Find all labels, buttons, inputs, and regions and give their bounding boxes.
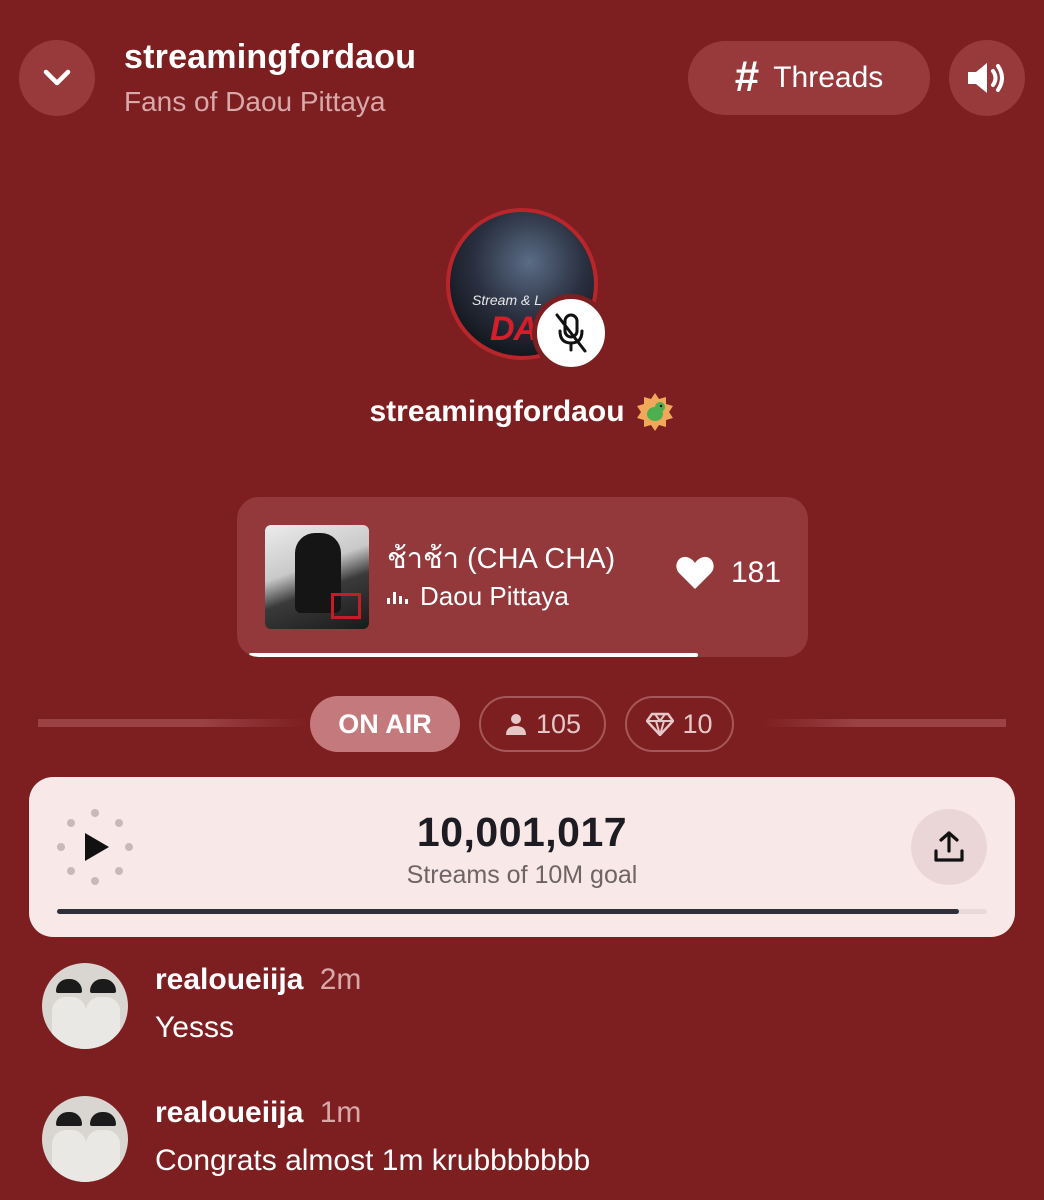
diamond-icon bbox=[646, 712, 675, 736]
divider-right bbox=[760, 719, 1006, 727]
mic-muted-badge bbox=[532, 294, 610, 372]
dinosaur-badge-icon bbox=[635, 392, 675, 432]
comment-username[interactable]: realoueiija bbox=[155, 963, 303, 996]
streams-goal-card: 10,001,017 Streams of 10M goal bbox=[29, 777, 1015, 937]
gems-count: 10 bbox=[682, 708, 713, 739]
streams-count: 10,001,017 bbox=[416, 809, 628, 855]
speaker-icon bbox=[968, 63, 1004, 93]
like-count: 181 bbox=[731, 556, 782, 589]
share-button[interactable] bbox=[911, 809, 987, 885]
hashtag-icon: # bbox=[734, 52, 760, 101]
comment-time: 2m bbox=[319, 963, 362, 996]
host-name-row: streamingfordaou bbox=[0, 392, 1044, 432]
song-artist: Daou Pittaya bbox=[420, 581, 569, 611]
streams-goal-label: Streams of 10M goal bbox=[406, 861, 638, 889]
goal-progress-bar bbox=[57, 909, 987, 914]
song-progress-bar bbox=[249, 653, 796, 657]
collapse-button[interactable] bbox=[19, 40, 95, 116]
room-subtitle: Fans of Daou Pittaya bbox=[124, 86, 386, 117]
like-button[interactable]: 181 bbox=[675, 555, 781, 591]
comment-time: 1m bbox=[319, 1096, 362, 1129]
comment-text: Yesss bbox=[155, 1011, 234, 1044]
comment-text: Congrats almost 1m krubbbbbbb bbox=[155, 1144, 591, 1177]
comment-username[interactable]: realoueiija bbox=[155, 1096, 303, 1129]
commenter-avatar[interactable] bbox=[42, 1096, 128, 1182]
threads-label: Threads bbox=[773, 61, 884, 94]
gems-pill[interactable]: 10 bbox=[625, 696, 734, 752]
commenter-avatar[interactable] bbox=[42, 963, 128, 1049]
album-art bbox=[265, 525, 369, 629]
mic-off-icon bbox=[555, 313, 587, 353]
volume-button[interactable] bbox=[949, 40, 1025, 116]
chevron-down-icon bbox=[43, 69, 71, 86]
room-title: streamingfordaou bbox=[124, 38, 417, 76]
poster-script-text: Stream & L bbox=[472, 292, 543, 308]
goal-progress-fill bbox=[57, 909, 960, 914]
listeners-pill[interactable]: 105 bbox=[479, 696, 606, 752]
divider-left bbox=[38, 719, 308, 727]
song-title: ช้าช้า (CHA CHA) bbox=[387, 543, 616, 575]
on-air-badge: ON AIR bbox=[310, 696, 460, 752]
share-upload-icon bbox=[934, 831, 964, 862]
host-name: streamingfordaou bbox=[369, 395, 625, 428]
now-playing-card[interactable]: ช้าช้า (CHA CHA) Daou Pittaya 181 bbox=[237, 497, 808, 657]
person-icon bbox=[505, 714, 526, 735]
threads-button[interactable]: # Threads bbox=[688, 41, 930, 115]
equalizer-icon bbox=[387, 590, 408, 604]
listeners-count: 105 bbox=[535, 708, 582, 739]
song-progress-fill bbox=[249, 653, 698, 657]
heart-icon bbox=[676, 556, 714, 589]
